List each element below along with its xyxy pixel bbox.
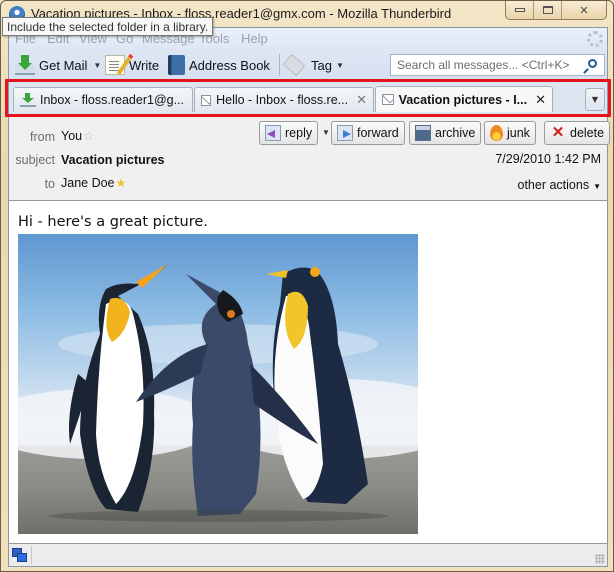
other-actions-button[interactable]: other actions ▼ <box>518 178 602 192</box>
tag-icon <box>282 53 306 77</box>
window-controls: ✕ <box>505 1 607 20</box>
archive-label: archive <box>435 126 476 140</box>
tab-inbox[interactable]: Inbox - floss.reader1@g... <box>13 87 193 112</box>
search-icon[interactable] <box>588 59 597 68</box>
get-mail-icon <box>15 55 35 75</box>
to-label: to <box>44 177 55 191</box>
reply-button[interactable]: reply <box>259 121 319 145</box>
thunderbird-window: Vacation pictures - Inbox - floss.reader… <box>0 0 614 572</box>
tab-close-icon[interactable]: ✕ <box>535 92 546 108</box>
address-book-label: Address Book <box>189 57 270 73</box>
tab-hello[interactable]: Hello - Inbox - floss.re... ✕ <box>194 87 374 112</box>
reply-icon <box>265 125 281 141</box>
junk-label: junk <box>507 126 530 140</box>
client-area: File Edit View Go Message Tools Help Get… <box>5 27 611 567</box>
inbox-icon <box>20 93 36 107</box>
from-value[interactable]: You ☆ <box>61 129 94 143</box>
message-header: from You ☆ subject Vacation pictures to … <box>9 114 611 201</box>
junk-fire-icon <box>490 125 503 141</box>
status-divider <box>31 546 32 565</box>
penguins-illustration <box>18 264 418 522</box>
penguins-image <box>18 234 418 534</box>
reply-dropdown-icon[interactable]: ▼ <box>322 128 330 137</box>
tooltip: Include the selected folder in a library… <box>2 17 214 36</box>
message-date: 7/29/2010 1:42 PM <box>495 152 601 166</box>
search-input[interactable] <box>397 58 577 72</box>
from-name[interactable]: You <box>61 129 82 143</box>
main-toolbar: Get Mail ▼ Write Address Book Tag ▼ <box>9 50 607 80</box>
archive-icon <box>415 125 431 141</box>
tag-dropdown-icon: ▼ <box>335 60 344 70</box>
delete-button[interactable]: ✕ delete <box>544 121 611 145</box>
get-mail-dropdown-icon[interactable]: ▼ <box>93 61 101 70</box>
chevron-down-icon: ▼ <box>593 182 601 191</box>
star-empty-icon[interactable]: ☆ <box>83 129 94 143</box>
tab-strip: Inbox - floss.reader1@g... Hello - Inbox… <box>9 80 607 114</box>
mail-icon <box>382 94 394 105</box>
get-mail-button[interactable]: Get Mail ▼ <box>15 54 101 76</box>
tab-close-icon[interactable]: ✕ <box>356 92 367 108</box>
status-bar <box>9 543 607 566</box>
forward-label: forward <box>357 126 399 140</box>
address-book-button[interactable]: Address Book <box>168 54 270 76</box>
junk-button[interactable]: junk <box>484 121 536 145</box>
offline-status-icon[interactable] <box>12 548 27 562</box>
subject-value: Vacation pictures <box>61 153 165 167</box>
reply-label: reply <box>285 126 313 140</box>
tab-vacation-pictures[interactable]: Vacation pictures - I... ✕ <box>375 86 553 112</box>
search-box[interactable] <box>390 54 605 76</box>
tag-label: Tag <box>311 57 332 73</box>
message-body: Hi - here's a great picture. <box>9 201 607 543</box>
get-mail-label: Get Mail <box>39 57 88 73</box>
star-filled-icon[interactable]: ★ <box>116 176 127 190</box>
close-icon: ✕ <box>579 3 589 17</box>
tab-label: Inbox - floss.reader1@g... <box>40 93 185 107</box>
subject-label: subject <box>15 153 55 167</box>
tag-button[interactable]: Tag ▼ <box>282 53 344 77</box>
tab-overflow-button[interactable]: ▼ <box>585 88 605 111</box>
chevron-down-icon: ▼ <box>591 95 599 104</box>
write-icon <box>105 55 125 75</box>
body-text: Hi - here's a great picture. <box>18 214 208 230</box>
forward-button[interactable]: forward <box>331 121 405 145</box>
forward-icon <box>337 125 353 141</box>
close-button[interactable]: ✕ <box>562 1 606 19</box>
tab-label: Vacation pictures - I... <box>398 92 528 107</box>
toolbar-separator <box>279 54 280 76</box>
menu-help[interactable]: Help <box>241 31 268 46</box>
activity-throbber-icon <box>587 31 603 47</box>
from-label: from <box>30 130 55 144</box>
delete-label: delete <box>570 126 605 140</box>
other-actions-label: other actions <box>517 178 590 192</box>
address-book-icon <box>168 55 185 75</box>
maximize-button[interactable] <box>534 1 562 19</box>
write-label: Write <box>129 57 160 73</box>
mail-icon <box>201 94 212 106</box>
delete-x-icon: ✕ <box>551 124 565 141</box>
to-value[interactable]: Jane Doe ★ <box>61 176 126 190</box>
to-name[interactable]: Jane Doe <box>61 176 115 190</box>
archive-button[interactable]: archive <box>409 121 482 145</box>
tab-label: Hello - Inbox - floss.re... <box>216 93 349 107</box>
write-button[interactable]: Write <box>105 54 159 76</box>
maximize-icon <box>542 6 553 14</box>
resize-grip[interactable] <box>595 554 605 564</box>
minimize-icon <box>514 8 525 12</box>
minimize-button[interactable] <box>506 1 534 19</box>
